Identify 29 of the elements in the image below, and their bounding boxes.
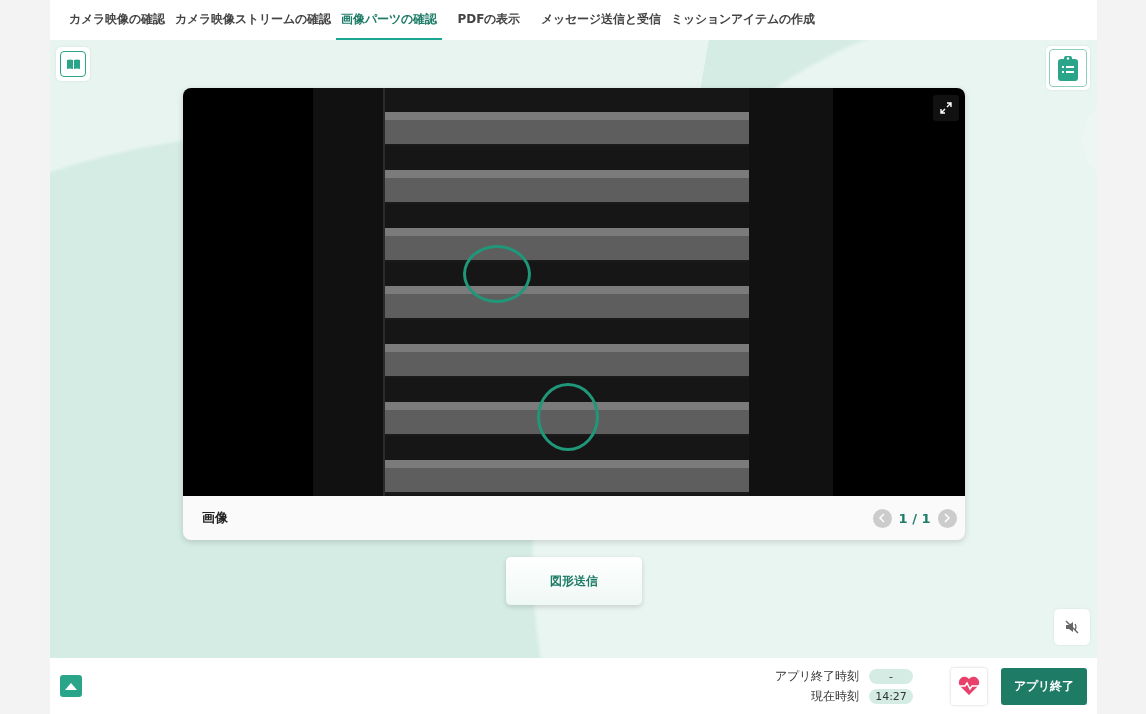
image-caption: 画像: [201, 509, 229, 527]
fullscreen-button[interactable]: [932, 95, 959, 121]
expand-icon: [939, 102, 952, 114]
tab[interactable]: カメラ映像の確認: [64, 0, 170, 40]
heart-pulse-icon: [958, 676, 980, 696]
clipboard-list-icon: [1058, 55, 1078, 81]
annotation-circle: [462, 245, 531, 303]
time-value: 14:27: [869, 688, 913, 704]
time-label: アプリ終了時刻: [775, 667, 859, 685]
speaker-muted-icon: [1065, 620, 1079, 634]
time-value: -: [869, 668, 913, 684]
chevron-right-icon: [943, 513, 951, 523]
heartbeat-button[interactable]: [951, 667, 987, 705]
book-button[interactable]: [56, 47, 90, 81]
mute-button[interactable]: [1054, 609, 1090, 645]
scroll-up-button[interactable]: [60, 675, 82, 697]
tab[interactable]: カメラ映像ストリームの確認: [170, 0, 336, 40]
clipboard-button[interactable]: [1046, 46, 1090, 90]
tab[interactable]: メッセージ送信と受信: [536, 0, 666, 40]
time-label: 現在時刻: [810, 687, 859, 705]
tab[interactable]: ミッションアイテムの作成: [666, 0, 820, 40]
tab[interactable]: PDFの表示: [442, 0, 536, 40]
annotation-circle: [536, 383, 599, 451]
book-icon: [66, 59, 80, 69]
exit-app-button[interactable]: アプリ終了: [1001, 667, 1087, 705]
send-shapes-button[interactable]: 図形送信: [505, 557, 642, 605]
page-counter: 1 / 1: [898, 510, 931, 526]
chevron-left-icon: [878, 513, 887, 523]
triangle-up-icon: [65, 682, 77, 690]
